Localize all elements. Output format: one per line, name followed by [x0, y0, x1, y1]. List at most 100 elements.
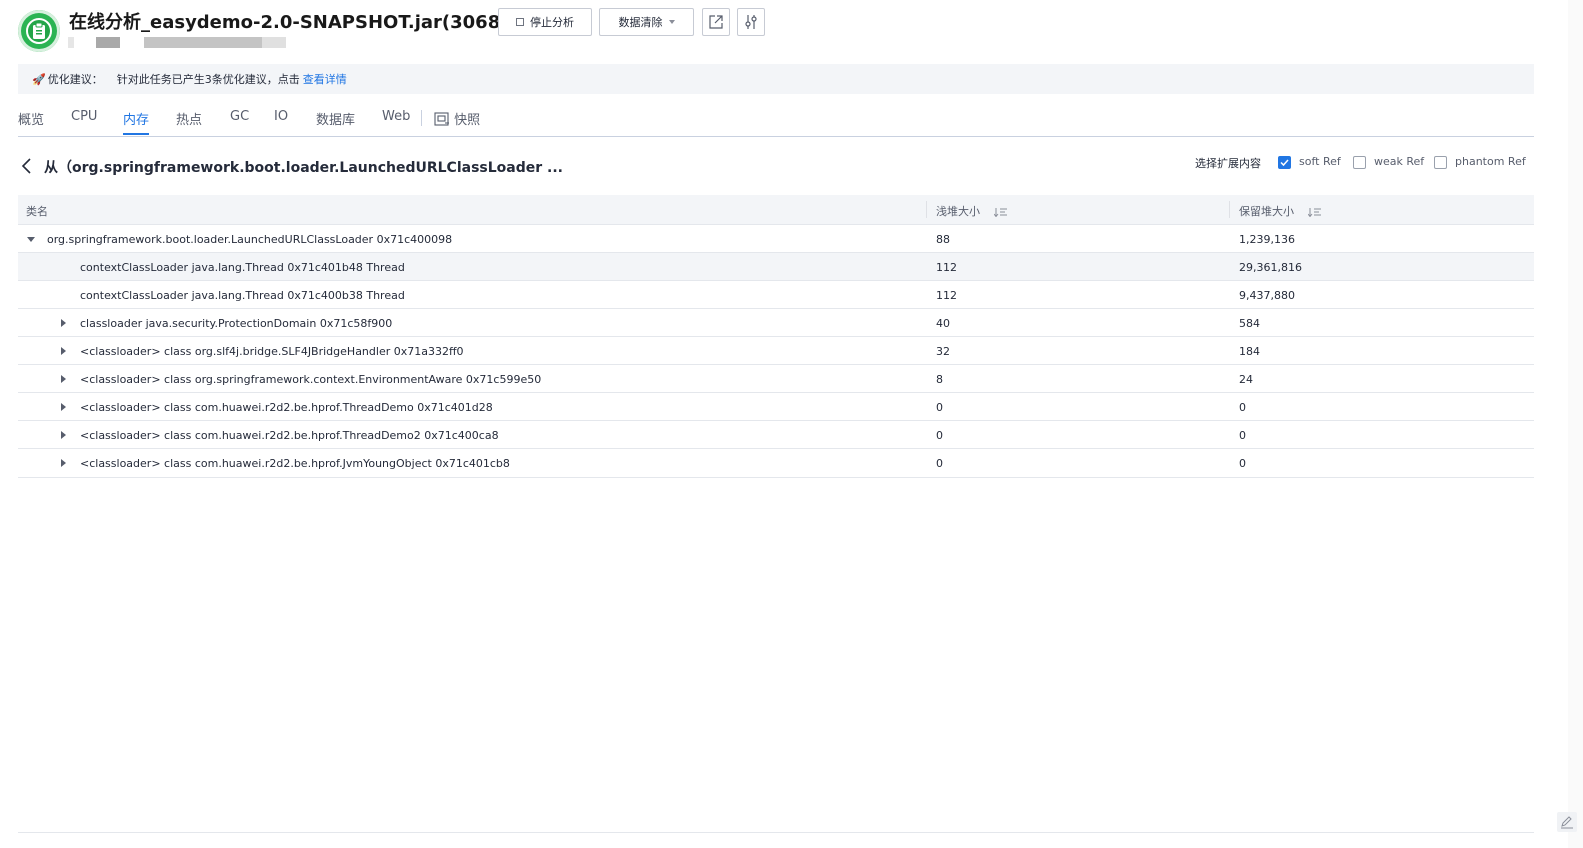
phantom-ref-checkbox[interactable]: [1434, 156, 1447, 169]
table-row[interactable]: contextClassLoader java.lang.Thread 0x71…: [18, 253, 1534, 281]
active-tab-indicator: [123, 133, 149, 135]
tab-cpu[interactable]: CPU: [71, 109, 97, 124]
table-row[interactable]: <classloader> class com.huawei.r2d2.be.h…: [18, 421, 1534, 449]
cell-shallow-heap: 0: [936, 429, 943, 442]
cell-retained-heap: 1,239,136: [1239, 233, 1295, 246]
view-details-link[interactable]: 查看详情: [303, 71, 347, 87]
soft-ref-checkbox[interactable]: [1278, 156, 1291, 169]
clear-data-button[interactable]: 数据清除: [599, 8, 694, 36]
redacted-text: [262, 37, 286, 48]
cell-shallow-heap: 88: [936, 233, 950, 246]
cell-class-name: <classloader> class com.huawei.r2d2.be.h…: [80, 457, 510, 470]
chevron-down-icon: [668, 20, 675, 24]
phantom-ref-label: phantom Ref: [1455, 155, 1526, 168]
cell-class-name: <classloader> class org.springframework.…: [80, 373, 542, 386]
table-row[interactable]: <classloader> class com.huawei.r2d2.be.h…: [18, 393, 1534, 421]
tab-io[interactable]: IO: [274, 109, 288, 124]
tab-divider: [421, 110, 422, 126]
cell-retained-heap: 29,361,816: [1239, 261, 1302, 274]
cell-shallow-heap: 8: [936, 373, 943, 386]
table-row[interactable]: contextClassLoader java.lang.Thread 0x71…: [18, 281, 1534, 309]
cell-retained-heap: 9,437,880: [1239, 289, 1295, 302]
weak-ref-checkbox[interactable]: [1353, 156, 1366, 169]
snapshot-icon: [434, 112, 449, 126]
cell-shallow-heap: 40: [936, 317, 950, 330]
tab-gc[interactable]: GC: [230, 109, 249, 124]
table-header: 类名 浅堆大小 保留堆大小: [18, 195, 1534, 225]
redacted-text: [96, 37, 120, 48]
soft-ref-label: soft Ref: [1299, 155, 1341, 168]
path-header: 从（org.springframework.boot.loader.Launch…: [18, 150, 1534, 180]
sort-icon[interactable]: [1307, 207, 1321, 217]
external-link-icon: [709, 15, 723, 29]
banner-message: 针对此任务已产生3条优化建议，点击: [116, 73, 300, 86]
cell-class-name: org.springframework.boot.loader.Launched…: [47, 233, 453, 246]
sort-icon[interactable]: [993, 207, 1007, 217]
cell-class-name: <classloader> class com.huawei.r2d2.be.h…: [80, 429, 499, 442]
header-retained-heap[interactable]: 保留堆大小: [1239, 203, 1321, 219]
cell-retained-heap: 0: [1239, 429, 1246, 442]
settings-button[interactable]: [737, 8, 765, 36]
table-row[interactable]: org.springframework.boot.loader.Launched…: [18, 225, 1534, 253]
weak-ref-label: weak Ref: [1374, 155, 1425, 168]
tab-snapshot[interactable]: 快照: [434, 109, 480, 128]
cell-shallow-heap: 32: [936, 345, 950, 358]
cell-retained-heap: 24: [1239, 373, 1253, 386]
stop-analysis-label: 停止分析: [530, 16, 574, 29]
chevron-left-icon[interactable]: [20, 157, 32, 175]
header-shallow-heap-label: 浅堆大小: [936, 205, 980, 218]
table-row[interactable]: classloader java.security.ProtectionDoma…: [18, 309, 1534, 337]
cell-shallow-heap: 112: [936, 289, 957, 302]
tab-hotspot[interactable]: 热点: [176, 109, 202, 128]
expand-icon[interactable]: [61, 431, 66, 439]
page-scrollbar[interactable]: [1568, 0, 1583, 848]
header-retained-heap-label: 保留堆大小: [1239, 205, 1294, 218]
expand-icon[interactable]: [61, 375, 66, 383]
tab-database[interactable]: 数据库: [316, 109, 355, 128]
footer-divider: [18, 832, 1534, 833]
column-divider[interactable]: [1229, 201, 1230, 218]
column-divider[interactable]: [926, 201, 927, 218]
expand-icon[interactable]: [61, 347, 66, 355]
cell-class-name: classloader java.security.ProtectionDoma…: [80, 317, 393, 330]
header-shallow-heap[interactable]: 浅堆大小: [936, 203, 1007, 219]
app-logo: [18, 10, 60, 52]
page-title: 在线分析_easydemo-2.0-SNAPSHOT.jar(3068150): [69, 12, 547, 33]
banner-label: 优化建议：: [47, 73, 103, 86]
cell-retained-heap: 0: [1239, 401, 1246, 414]
cell-class-name: contextClassLoader java.lang.Thread 0x71…: [80, 261, 405, 274]
table-row[interactable]: <classloader> class org.springframework.…: [18, 365, 1534, 393]
cell-shallow-heap: 112: [936, 261, 957, 274]
cell-retained-heap: 584: [1239, 317, 1260, 330]
feedback-button[interactable]: [1557, 812, 1577, 832]
clipboard-icon: [33, 22, 45, 39]
edit-icon: [1561, 816, 1573, 829]
tab-overview[interactable]: 概览: [18, 109, 44, 128]
clear-data-label: 数据清除: [618, 16, 663, 29]
redacted-text: [144, 37, 262, 48]
tab-web[interactable]: Web: [382, 109, 410, 124]
export-button[interactable]: [702, 8, 730, 36]
cell-class-name: <classloader> class com.huawei.r2d2.be.h…: [80, 401, 493, 414]
cell-retained-heap: 0: [1239, 457, 1246, 470]
tab-bar: 概览 CPU 内存 热点 GC IO 数据库 Web 快照: [18, 103, 1534, 137]
extension-label: 选择扩展内容: [1195, 157, 1261, 170]
cell-shallow-heap: 0: [936, 401, 943, 414]
expand-icon[interactable]: [61, 459, 66, 467]
cell-class-name: contextClassLoader java.lang.Thread 0x71…: [80, 289, 405, 302]
expand-icon[interactable]: [61, 403, 66, 411]
tab-snapshot-label: 快照: [454, 113, 481, 128]
table-row[interactable]: <classloader> class org.slf4j.bridge.SLF…: [18, 337, 1534, 365]
stop-analysis-button[interactable]: 停止分析: [498, 8, 592, 36]
stop-icon: [516, 18, 524, 26]
collapse-icon[interactable]: [27, 237, 35, 242]
tab-memory[interactable]: 内存: [123, 109, 149, 128]
app-header: 在线分析_easydemo-2.0-SNAPSHOT.jar(3068150) …: [18, 8, 1018, 54]
sliders-icon: [745, 15, 757, 29]
reference-table: 类名 浅堆大小 保留堆大小 org.springframework.boot.l…: [18, 195, 1534, 478]
optimization-banner: 🚀 优化建议： 针对此任务已产生3条优化建议，点击 查看详情: [18, 64, 1534, 94]
table-row[interactable]: <classloader> class com.huawei.r2d2.be.h…: [18, 449, 1534, 478]
cell-shallow-heap: 0: [936, 457, 943, 470]
expand-icon[interactable]: [61, 319, 66, 327]
cell-retained-heap: 184: [1239, 345, 1260, 358]
